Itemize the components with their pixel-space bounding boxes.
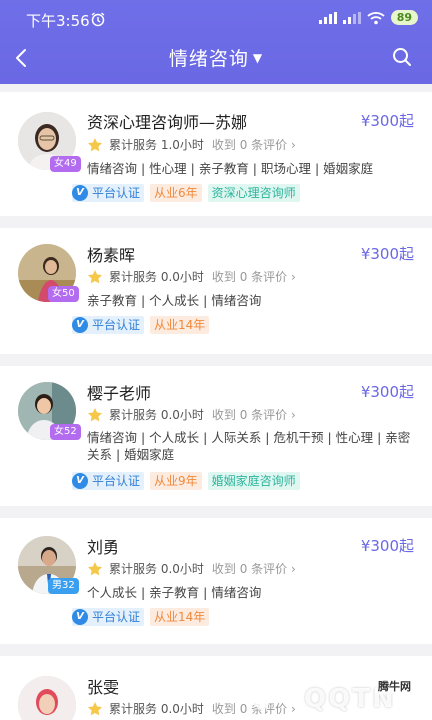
star-icon (88, 137, 102, 151)
search-icon[interactable] (390, 45, 414, 69)
app-header: 下午3:56 89 情绪咨询 ▼ (0, 0, 432, 84)
verified-icon: V (72, 473, 88, 489)
service-hours: 累计服务 0.0小时 (109, 270, 204, 284)
service-hours: 累计服务 0.0小时 (109, 408, 204, 422)
battery-indicator: 89 (390, 10, 418, 25)
counselor-card[interactable]: 女50 杨素晖 ¥300起 累计服务 0.0小时 收到 0 条评价 › 亲子教育… (0, 228, 432, 354)
experience-badge: 从业6年 (150, 184, 202, 202)
review-link[interactable]: 收到 0 条评价 › (212, 560, 296, 577)
caret-down-icon: ▼ (252, 51, 264, 65)
avatar (18, 676, 76, 720)
star-icon (88, 561, 102, 575)
counselor-name: 杨素晖 (87, 246, 136, 265)
counselor-card[interactable]: 女49 资深心理咨询师—苏娜 ¥300起 累计服务 1.0小时 收到 0 条评价… (0, 92, 432, 216)
specialty-tags: 情绪咨询 | 个人成长 | 人际关系 | 危机干预 | 性心理 | 亲密关系 |… (87, 430, 411, 462)
gender-age-badge: 女50 (48, 286, 79, 302)
service-hours: 累计服务 0.0小时 (109, 702, 204, 716)
counselor-name: 张雯 (87, 678, 120, 697)
gender-age-badge: 女49 (50, 156, 81, 172)
signal-icon-2 (342, 11, 361, 24)
service-stats: 累计服务 1.0小时 收到 0 条评价 › (87, 136, 296, 153)
alarm-icon (91, 12, 105, 27)
review-link[interactable]: 收到 0 条评价 › (212, 406, 296, 423)
title-badge: 资深心理咨询师 (207, 184, 300, 202)
price: ¥300起 (360, 112, 414, 130)
verified-icon: V (72, 317, 88, 333)
watermark-site: 腾牛网 (375, 678, 414, 694)
status-bar: 下午3:56 89 (0, 0, 432, 36)
star-icon (88, 269, 102, 283)
service-stats: 累计服务 0.0小时 收到 0 条评价 › (87, 560, 296, 577)
service-hours: 累计服务 0.0小时 (109, 562, 204, 576)
watermark-logo-icon (252, 682, 288, 712)
experience-badge: 从业14年 (150, 316, 210, 334)
watermark: QQTN 腾牛网 (246, 674, 426, 718)
platform-label: 平台认证 (92, 186, 141, 200)
verified-icon: V (72, 185, 88, 201)
specialty-tags: 亲子教育 | 个人成长 | 情绪咨询 (87, 293, 262, 308)
platform-certified-badge: V 平台认证 (72, 184, 145, 202)
service-hours: 累计服务 1.0小时 (109, 138, 204, 152)
review-link[interactable]: 收到 0 条评价 › (212, 268, 296, 285)
price: ¥300起 (360, 383, 414, 401)
credential-badges: V 平台认证 从业6年 资深心理咨询师 (72, 184, 300, 202)
credential-badges: V 平台认证 从业14年 (72, 608, 210, 626)
service-stats: 累计服务 0.0小时 收到 0 条评价 › (87, 268, 296, 285)
price: ¥300起 (360, 537, 414, 555)
counselor-name: 资深心理咨询师—苏娜 (87, 113, 248, 132)
counselor-name: 樱子老师 (87, 384, 152, 403)
specialty-tags: 情绪咨询 | 性心理 | 亲子教育 | 职场心理 | 婚姻家庭 (87, 161, 374, 176)
counselor-card[interactable]: 男32 刘勇 ¥300起 累计服务 0.0小时 收到 0 条评价 › 个人成长 … (0, 518, 432, 644)
platform-label: 平台认证 (92, 318, 141, 332)
wifi-icon (367, 11, 385, 24)
category-dropdown[interactable]: 情绪咨询 ▼ (0, 44, 432, 71)
price: ¥300起 (360, 245, 414, 263)
credential-badges: V 平台认证 从业9年 婚姻家庭咨询师 (72, 472, 300, 490)
star-icon (88, 407, 102, 421)
credential-badges: V 平台认证 从业14年 (72, 316, 210, 334)
status-icons: 89 (318, 10, 418, 25)
verified-icon: V (72, 609, 88, 625)
signal-icon (318, 11, 337, 24)
review-link[interactable]: 收到 0 条评价 › (212, 136, 296, 153)
experience-badge: 从业14年 (150, 608, 210, 626)
counselor-name: 刘勇 (87, 538, 120, 557)
gender-age-badge: 男32 (48, 578, 79, 594)
platform-label: 平台认证 (92, 474, 141, 488)
gender-age-badge: 女52 (50, 424, 81, 440)
service-stats: 累计服务 0.0小时 收到 0 条评价 › (87, 406, 296, 423)
experience-badge: 从业9年 (150, 472, 202, 490)
specialty-tags: 个人成长 | 亲子教育 | 情绪咨询 (87, 585, 262, 600)
counselor-card[interactable]: 女52 樱子老师 ¥300起 累计服务 0.0小时 收到 0 条评价 › 情绪咨… (0, 366, 432, 506)
page-title: 情绪咨询 (168, 48, 249, 70)
star-icon (88, 701, 102, 715)
platform-label: 平台认证 (92, 610, 141, 624)
platform-certified-badge: V 平台认证 (72, 316, 145, 334)
platform-certified-badge: V 平台认证 (72, 608, 145, 626)
nav-bar: 情绪咨询 ▼ (0, 36, 432, 80)
title-badge: 婚姻家庭咨询师 (207, 472, 300, 490)
status-time: 下午3:56 (26, 12, 90, 30)
platform-certified-badge: V 平台认证 (72, 472, 145, 490)
